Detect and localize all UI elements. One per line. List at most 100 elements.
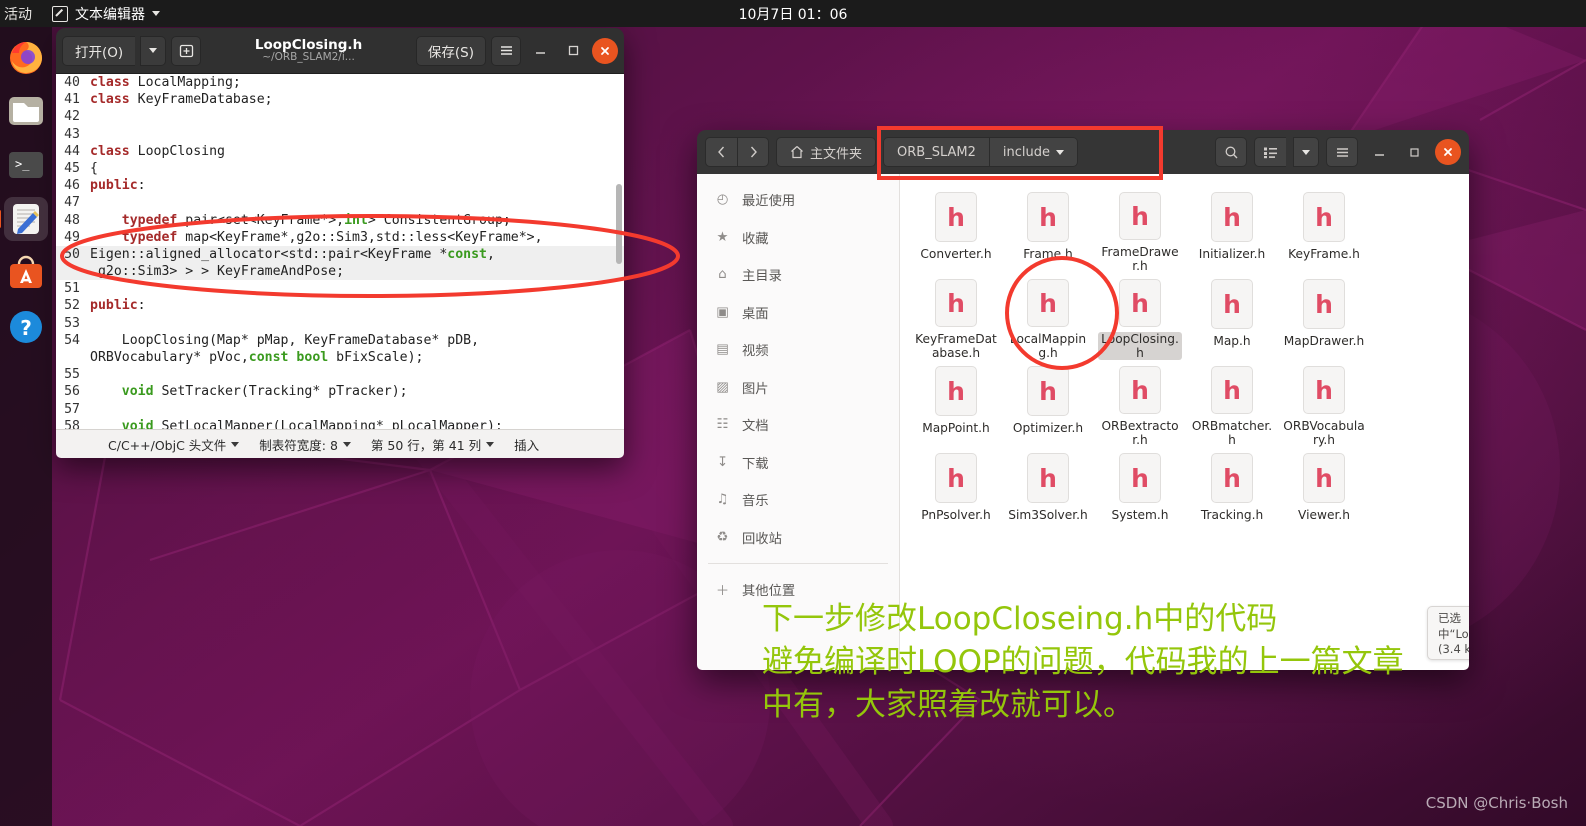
dock-item-terminal[interactable]: >_: [4, 143, 48, 187]
file-item-label: MapPoint.h: [922, 421, 990, 435]
file-item[interactable]: h ORBmatcher.h: [1186, 360, 1278, 447]
sidebar-item-文档[interactable]: ☷ 文档: [697, 406, 899, 444]
text-editor-window: 打开(O) LoopClosing.h ~/ORB_SLAM2/i... 保存(…: [56, 28, 624, 458]
sidebar-item-label: 视频: [742, 344, 769, 360]
file-item[interactable]: h ORBVocabulary.h: [1278, 360, 1370, 447]
sidebar-item-主目录[interactable]: ⌂ 主目录: [697, 256, 899, 294]
search-button[interactable]: [1215, 137, 1247, 167]
file-item[interactable]: h Frame.h: [1002, 186, 1094, 273]
firefox-icon: [10, 42, 42, 74]
system-top-bar: 活动 文本编辑器 10月7日 01：06: [0, 0, 1586, 27]
back-button[interactable]: [705, 137, 737, 167]
file-item[interactable]: h ORBextractor.h: [1094, 360, 1186, 447]
file-item[interactable]: h Initializer.h: [1186, 186, 1278, 273]
status-cursor-position[interactable]: 第 50 行，第 41 列: [371, 435, 495, 454]
status-tabwidth[interactable]: 制表符宽度: 8: [259, 435, 351, 454]
activities-button[interactable]: 活动: [0, 4, 44, 24]
chevron-right-icon: [750, 146, 757, 158]
file-item[interactable]: h Map.h: [1186, 273, 1278, 360]
sidebar-item-最近使用[interactable]: ◴ 最近使用: [697, 181, 899, 219]
close-icon: [601, 46, 609, 55]
sidebar-item-图片[interactable]: ▨ 图片: [697, 369, 899, 407]
file-item-label: Frame.h: [1023, 247, 1073, 261]
file-item[interactable]: h PnPsolver.h: [910, 447, 1002, 534]
file-list-area[interactable]: h Converter.h h Frame.h h FrameDrawer.h h Initi…: [900, 174, 1469, 670]
code-line-number: 45: [64, 160, 80, 176]
sidebar-item-label: 图片: [742, 381, 769, 397]
file-item[interactable]: h FrameDrawer.h: [1094, 186, 1186, 273]
editor-minimize-button[interactable]: [526, 37, 554, 65]
sidebar-item-下载[interactable]: ↧ 下载: [697, 444, 899, 482]
view-mode-button[interactable]: [1254, 137, 1286, 167]
active-app-menu[interactable]: 文本编辑器: [44, 4, 168, 24]
editor-maximize-button[interactable]: [559, 37, 587, 65]
file-item[interactable]: h KeyFrameDatabase.h: [910, 273, 1002, 360]
save-button[interactable]: 保存(S): [415, 35, 486, 66]
file-item[interactable]: h Sim3Solver.h: [1002, 447, 1094, 534]
file-item[interactable]: h LoopClosing.h: [1094, 273, 1186, 360]
dock-item-files[interactable]: [4, 89, 48, 133]
code-line: 49 typedef map<KeyFrame*,g2o::Sim3,std::…: [56, 229, 624, 246]
view-mode-dropdown[interactable]: [1293, 137, 1319, 167]
status-insert-mode[interactable]: 插入: [514, 435, 539, 454]
dock-item-help[interactable]: ?: [4, 305, 48, 349]
status-filetype[interactable]: C/C++/ObjC 头文件: [108, 435, 240, 454]
file-item[interactable]: h Converter.h: [910, 186, 1002, 273]
header-file-icon: h: [1303, 366, 1345, 414]
file-manager-menu-button[interactable]: [1326, 137, 1358, 167]
sidebar-item-音乐[interactable]: ♫ 音乐: [697, 481, 899, 519]
file-item[interactable]: h MapPoint.h: [910, 360, 1002, 447]
file-manager-maximize-button[interactable]: [1400, 138, 1428, 166]
open-file-dropdown[interactable]: [140, 35, 167, 66]
file-item[interactable]: h Viewer.h: [1278, 447, 1370, 534]
home-icon: ⌂: [718, 267, 727, 283]
file-item[interactable]: h KeyFrame.h: [1278, 186, 1370, 273]
file-manager-titlebar: 主文件夹 ORB_SLAM2 include: [697, 130, 1469, 174]
file-manager-close-button[interactable]: [1435, 139, 1461, 165]
code-line-number: 55: [64, 367, 80, 383]
code-line-number: 58: [64, 418, 80, 429]
code-line-number: 43: [64, 126, 80, 142]
breadcrumb-item-include[interactable]: include: [989, 137, 1078, 167]
file-item[interactable]: h Optimizer.h: [1002, 360, 1094, 447]
watermark: CSDN @Chris·Bosh: [1425, 794, 1568, 812]
file-item-label: Sim3Solver.h: [1008, 508, 1088, 522]
header-file-icon: h: [935, 192, 977, 242]
file-item[interactable]: h MapDrawer.h: [1278, 273, 1370, 360]
file-item[interactable]: h LocalMapping.h: [1002, 273, 1094, 360]
code-line: 50 Eigen::aligned_allocator<std::pair<Key…: [56, 245, 624, 264]
editor-close-button[interactable]: [592, 37, 618, 64]
code-editor-area[interactable]: 40 class LocalMapping; 41 class KeyFrameDat…: [56, 74, 624, 429]
file-item[interactable]: h Tracking.h: [1186, 447, 1278, 534]
code-line: 42: [56, 108, 624, 125]
file-manager-minimize-button[interactable]: [1365, 138, 1393, 166]
forward-button[interactable]: [737, 137, 769, 167]
code-line-number: 54: [64, 332, 80, 348]
breadcrumb-home[interactable]: 主文件夹: [776, 137, 877, 167]
file-item-label: ORBmatcher.h: [1191, 419, 1273, 447]
document-title: LoopClosing.h: [254, 36, 363, 53]
new-tab-button[interactable]: [171, 35, 202, 66]
sidebar-item-label: 桌面: [742, 306, 769, 322]
system-clock[interactable]: 10月7日 01：06: [0, 4, 1586, 24]
dock-item-ubuntu-software[interactable]: [4, 251, 48, 295]
files-folder-icon: [9, 97, 43, 125]
open-file-button[interactable]: 打开(O): [62, 35, 136, 66]
file-item[interactable]: h System.h: [1094, 447, 1186, 534]
code-lines-container: 40 class LocalMapping; 41 class KeyFrameDat…: [56, 74, 624, 429]
editor-scrollbar[interactable]: [616, 184, 622, 264]
editor-menu-button[interactable]: [491, 35, 521, 66]
breadcrumb-item-orb-slam2[interactable]: ORB_SLAM2: [883, 137, 990, 167]
dock-item-firefox[interactable]: [4, 35, 48, 79]
sidebar-item-视频[interactable]: ▤ 视频: [697, 331, 899, 369]
dock-item-text-editor[interactable]: [4, 197, 48, 241]
sidebar-item-桌面[interactable]: ▣ 桌面: [697, 294, 899, 332]
file-item-label: Optimizer.h: [1012, 421, 1084, 435]
sidebar-item-回收站[interactable]: ♻ 回收站: [697, 519, 899, 557]
sidebar-item-收藏[interactable]: ★ 收藏: [697, 219, 899, 257]
code-line-number: 42: [64, 109, 80, 125]
file-manager-body: ◴ 最近使用 ★ 收藏 ⌂ 主目录 ▣ 桌面 ▤ 视频 ▨ 图片 ☷ 文档 ↧ 下载 ♫ 音乐 ♻ 回收站 ＋ 其他位…: [697, 174, 1469, 670]
close-icon: [1444, 148, 1452, 156]
code-line: 52 public:: [56, 297, 624, 314]
header-file-icon: h: [1027, 279, 1069, 327]
